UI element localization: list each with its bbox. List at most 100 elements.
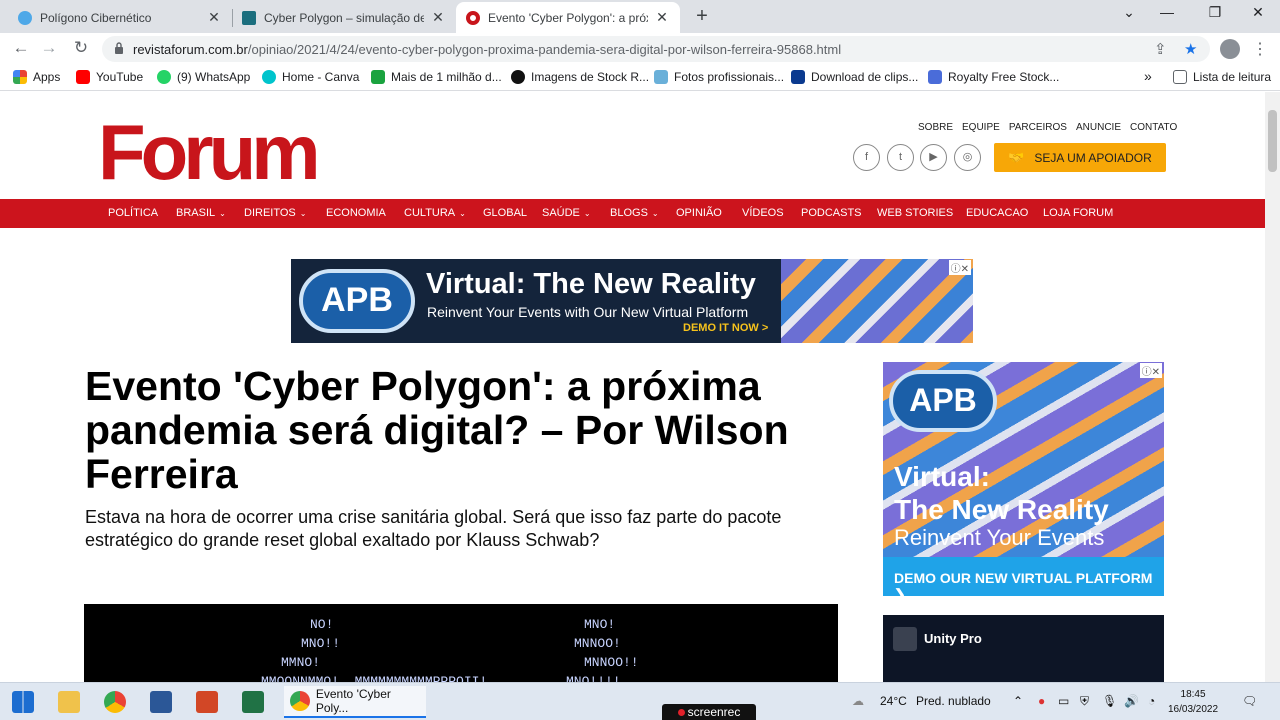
ad-close-icon[interactable]: ⓘ✕ bbox=[1139, 363, 1162, 378]
browser-menu-icon[interactable]: ⋮ bbox=[1252, 39, 1268, 59]
site-logo[interactable]: Forum bbox=[98, 113, 321, 191]
nav-loja-forum[interactable]: LOJA FORUM bbox=[1043, 207, 1113, 219]
reading-list[interactable]: Lista de leitura bbox=[1173, 70, 1271, 84]
ad-banner[interactable]: APB Virtual: The New Reality Reinvent Yo… bbox=[291, 259, 973, 343]
bookmark-canva[interactable]: Home - Canva bbox=[262, 70, 359, 84]
volume-icon[interactable]: 🔊 bbox=[1124, 694, 1139, 708]
nav-blogs[interactable]: BLOGS ⌄ bbox=[610, 207, 659, 219]
weather-desc[interactable]: Pred. nublado bbox=[916, 694, 991, 708]
weather-temp[interactable]: 24°C bbox=[880, 694, 907, 708]
url-text[interactable]: revistaforum.com.br/opiniao/2021/4/24/ev… bbox=[133, 42, 841, 57]
windows-taskbar: Evento 'Cyber Poly... ☁ 24°C Pred. nubla… bbox=[0, 682, 1280, 720]
nav-economia[interactable]: ECONOMIA bbox=[326, 207, 386, 219]
tray-chevron-icon[interactable]: ⌃ bbox=[1013, 694, 1023, 708]
tray-app-icon[interactable]: ● bbox=[1038, 694, 1045, 708]
battery-icon[interactable]: ▭ bbox=[1058, 694, 1069, 708]
top-link-equipe[interactable]: EQUIPE bbox=[962, 122, 1000, 133]
tab-search-icon[interactable]: ⌄ bbox=[1114, 4, 1144, 21]
nav-opiniao[interactable]: OPINIÃO bbox=[676, 207, 722, 219]
maximize-button[interactable]: ❐ bbox=[1200, 4, 1230, 21]
minimize-button[interactable]: — bbox=[1152, 4, 1182, 20]
security-shield-icon[interactable]: ⛨ bbox=[1080, 694, 1089, 709]
nav-direitos[interactable]: DIREITOS ⌄ bbox=[244, 207, 306, 219]
videvo-icon bbox=[791, 70, 805, 84]
bookmark-stock-images[interactable]: Imagens de Stock R... bbox=[511, 70, 649, 84]
unity-logo-icon bbox=[893, 627, 917, 651]
scrollbar-thumb[interactable] bbox=[1268, 110, 1277, 172]
ad-close-icon[interactable]: ⓘ✕ bbox=[948, 260, 971, 275]
nav-label: WEB STORIES bbox=[877, 207, 954, 219]
page-scrollbar[interactable] bbox=[1265, 92, 1280, 682]
screen-recorder-badge[interactable]: screenrec bbox=[662, 704, 756, 720]
top-link-sobre[interactable]: SOBRE bbox=[918, 122, 953, 133]
forward-arrow-icon[interactable]: → bbox=[38, 38, 60, 58]
facebook-icon[interactable]: f bbox=[853, 144, 880, 171]
tab-cyber-polygon[interactable]: Cyber Polygon – simulação de 'p ✕ bbox=[232, 2, 456, 33]
bookmark-royalty-free[interactable]: Royalty Free Stock... bbox=[928, 70, 1059, 84]
side-ad-cta[interactable]: DEMO OUR NEW VIRTUAL PLATFORM ❯ bbox=[883, 557, 1164, 596]
youtube-icon[interactable]: ▶ bbox=[920, 144, 947, 171]
close-tab-icon[interactable]: ✕ bbox=[654, 9, 670, 26]
new-tab-button[interactable]: + bbox=[692, 5, 712, 28]
top-links: SOBRE EQUIPE PARCEIROS ANUNCIE CONTATO bbox=[918, 122, 1177, 133]
tab-evento-active[interactable]: Evento 'Cyber Polygon': a próxim ✕ bbox=[456, 2, 680, 33]
url-path: /opiniao/2021/4/24/evento-cyber-polygon-… bbox=[247, 42, 842, 57]
excel-icon[interactable] bbox=[242, 691, 264, 713]
start-windows-icon[interactable] bbox=[12, 691, 34, 713]
nav-brasil[interactable]: BRASIL ⌄ bbox=[176, 207, 226, 219]
top-link-parceiros[interactable]: PARCEIROS bbox=[1009, 122, 1067, 133]
ad-subline: Reinvent Your Events with Our New Virtua… bbox=[427, 304, 749, 320]
bookmark-clips[interactable]: Download de clips... bbox=[791, 70, 918, 84]
share-icon[interactable]: ⇪ bbox=[1154, 40, 1167, 58]
bookmark-star-icon[interactable]: ★ bbox=[1184, 40, 1197, 58]
nav-politica[interactable]: POLÍTICA bbox=[108, 207, 158, 219]
microphone-icon[interactable]: 🎙 bbox=[1102, 694, 1117, 708]
ad-cta[interactable]: DEMO IT NOW > bbox=[683, 322, 768, 334]
nav-educacao[interactable]: EDUCACAO bbox=[966, 207, 1028, 219]
unity-ad[interactable]: Unity Pro bbox=[883, 615, 1164, 682]
file-explorer-icon[interactable] bbox=[58, 691, 80, 713]
side-ad[interactable]: APB Virtual: The New Reality Reinvent You… bbox=[883, 362, 1164, 596]
nav-cultura[interactable]: CULTURA ⌄ bbox=[404, 207, 466, 219]
nav-label: CULTURA bbox=[404, 207, 456, 219]
bookmark-pro-photos[interactable]: Fotos profissionais... bbox=[654, 70, 784, 84]
bookmark-label: Apps bbox=[33, 70, 61, 84]
tab-poligono[interactable]: Polígono Cibernético ✕ bbox=[8, 2, 232, 33]
powerpoint-icon[interactable] bbox=[196, 691, 218, 713]
close-tab-icon[interactable]: ✕ bbox=[206, 9, 222, 26]
reload-icon[interactable]: ↻ bbox=[70, 38, 92, 58]
taskbar-active-chrome-window[interactable]: Evento 'Cyber Poly... bbox=[284, 686, 426, 718]
lock-icon[interactable] bbox=[114, 41, 124, 55]
twitter-icon[interactable]: t bbox=[887, 144, 914, 171]
bookmark-youtube[interactable]: YouTube bbox=[76, 70, 143, 84]
top-link-contato[interactable]: CONTATO bbox=[1130, 122, 1177, 133]
close-tab-icon[interactable]: ✕ bbox=[430, 9, 446, 26]
notifications-icon[interactable]: 🗨 bbox=[1242, 694, 1257, 708]
instagram-icon[interactable]: ◎ bbox=[954, 144, 981, 171]
profile-avatar[interactable] bbox=[1220, 39, 1240, 59]
nav-web-stories[interactable]: WEB STORIES bbox=[877, 207, 953, 219]
back-arrow-icon[interactable]: ← bbox=[10, 38, 32, 58]
nav-saude[interactable]: SAÚDE ⌄ bbox=[542, 207, 591, 219]
bookmark-apps[interactable]: Apps bbox=[13, 70, 60, 84]
royalty-icon bbox=[928, 70, 942, 84]
nav-podcasts[interactable]: PODCASTS bbox=[801, 207, 862, 219]
more-bookmarks-icon[interactable]: » bbox=[1144, 68, 1152, 84]
close-window-button[interactable]: ✕ bbox=[1243, 4, 1273, 21]
support-button[interactable]: 🤝 SEJA UM APOIADOR bbox=[994, 143, 1166, 172]
wifi-icon[interactable]: ◔ bbox=[1148, 694, 1155, 708]
word-icon[interactable] bbox=[150, 691, 172, 713]
nav-global[interactable]: GLOBAL bbox=[483, 207, 527, 219]
nav-videos[interactable]: VÍDEOS bbox=[742, 207, 784, 219]
weather-cloud-icon[interactable]: ☁ bbox=[852, 694, 864, 708]
ad-headline: Virtual: The New Reality bbox=[426, 268, 756, 300]
side-ad-logo: APB bbox=[889, 370, 997, 432]
bookmark-label: Fotos profissionais... bbox=[674, 70, 785, 84]
system-clock[interactable]: 18:45 16/03/2022 bbox=[1168, 687, 1218, 717]
bookmark-pexels[interactable]: Mais de 1 milhão d... bbox=[371, 70, 502, 84]
top-link-anuncie[interactable]: ANUNCIE bbox=[1076, 122, 1121, 133]
bookmark-whatsapp[interactable]: (9) WhatsApp bbox=[157, 70, 250, 84]
ascii-line: MNNOO!! bbox=[584, 655, 639, 670]
address-bar[interactable]: revistaforum.com.br/opiniao/2021/4/24/ev… bbox=[102, 36, 1210, 62]
chrome-icon[interactable] bbox=[104, 691, 126, 713]
